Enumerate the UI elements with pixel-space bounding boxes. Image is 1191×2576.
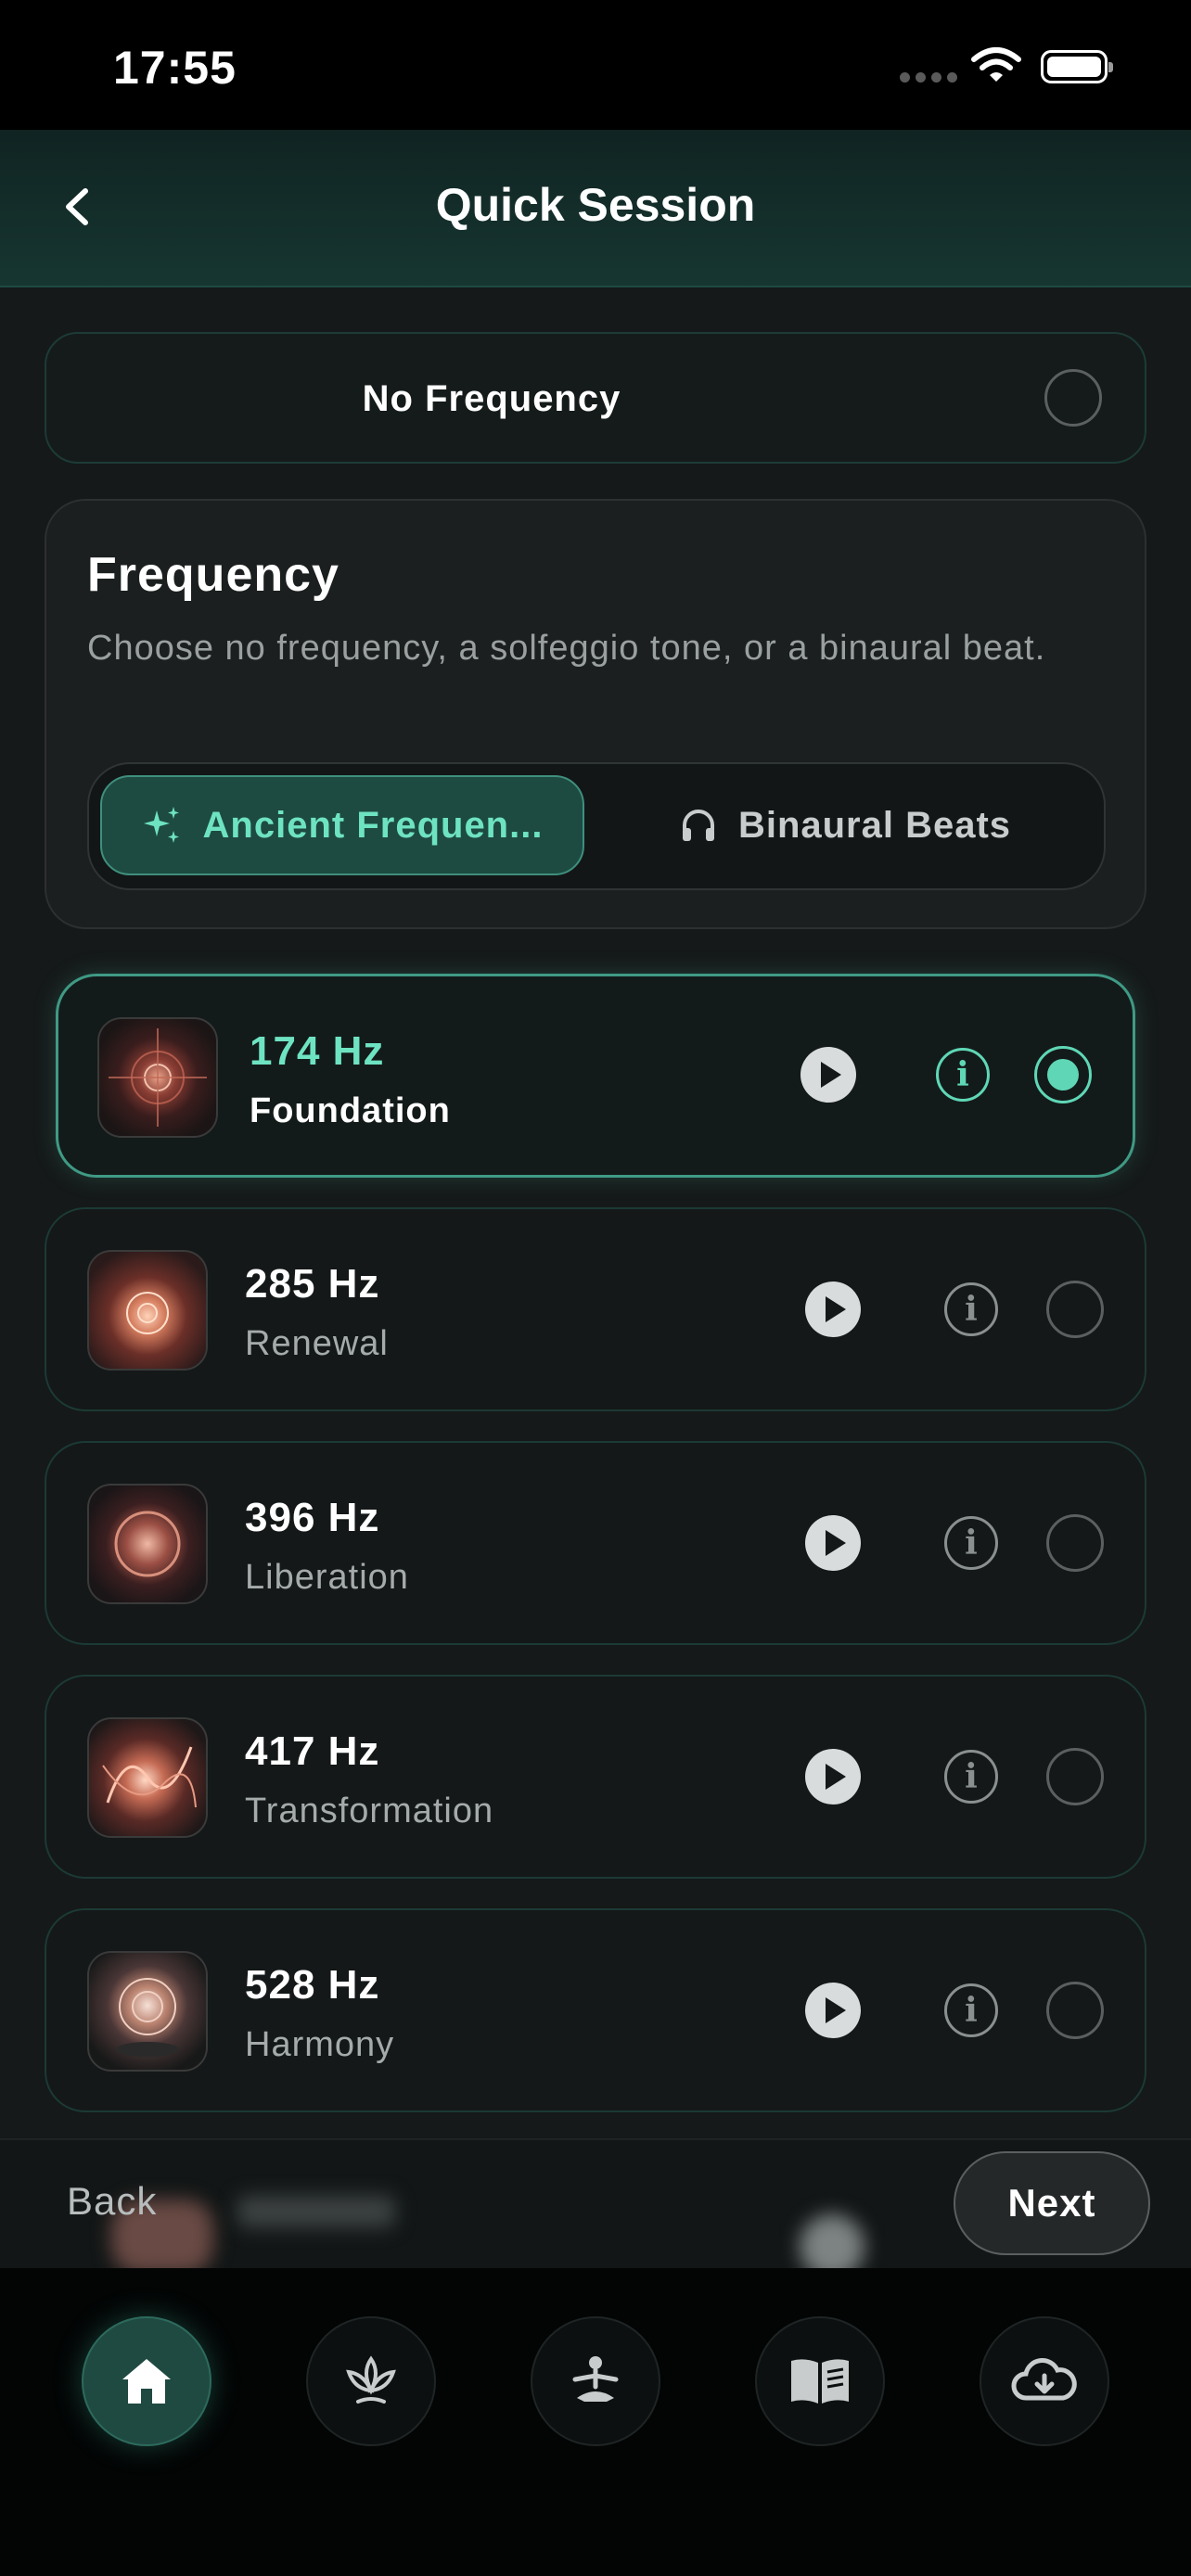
status-bar: 17:55 (0, 0, 1191, 130)
frequency-artwork (87, 1951, 208, 2072)
wifi-icon (971, 47, 1021, 82)
cloud-download-icon (1011, 2358, 1077, 2401)
tab-downloads[interactable] (980, 2316, 1109, 2446)
play-icon[interactable] (805, 1515, 861, 1571)
frequency-radio[interactable] (1046, 1281, 1104, 1338)
frequency-item[interactable]: 528 Hz Harmony i (45, 1908, 1146, 2112)
headphones-icon (682, 810, 714, 841)
tab-lotus[interactable] (306, 2316, 436, 2446)
book-icon (791, 2359, 849, 2404)
frequency-description: Choose no frequency, a solfeggio tone, o… (87, 629, 1046, 668)
header: Quick Session (0, 130, 1191, 287)
frequency-radio[interactable] (1034, 1046, 1092, 1103)
frequency-hz: 174 Hz (250, 1028, 385, 1074)
info-icon[interactable]: i (944, 1516, 998, 1570)
page-title: Quick Session (435, 179, 756, 231)
info-icon[interactable]: i (944, 1983, 998, 2037)
frequency-hz: 396 Hz (245, 1495, 380, 1540)
frequency-card: Frequency Choose no frequency, a solfegg… (45, 499, 1146, 929)
footer-bar: Back Next (0, 2138, 1191, 2270)
meditation-icon (572, 2356, 619, 2402)
main-content: No Frequency Frequency Choose no frequen… (0, 287, 1191, 2138)
frequency-artwork (87, 1484, 208, 1604)
tab-ancient-frequencies[interactable]: Ancient Frequen... (100, 775, 584, 875)
frequency-hz: 528 Hz (245, 1962, 380, 2008)
frequency-radio[interactable] (1046, 1982, 1104, 2039)
tab-bar (0, 2268, 1191, 2576)
blurred-play (800, 2214, 864, 2270)
frequency-name: Harmony (245, 2025, 395, 2064)
no-frequency-label: No Frequency (362, 378, 621, 419)
frequency-name: Transformation (245, 1792, 494, 1830)
info-icon[interactable]: i (944, 1750, 998, 1804)
status-time: 17:55 (113, 42, 237, 94)
tab-ancient-frequencies-label: Ancient Frequen... (202, 804, 544, 846)
frequency-name: Renewal (245, 1324, 389, 1363)
play-icon[interactable] (800, 1047, 856, 1103)
tab-home[interactable] (82, 2316, 211, 2446)
play-icon[interactable] (805, 1749, 861, 1804)
frequency-hz: 285 Hz (245, 1261, 380, 1307)
tab-library[interactable] (755, 2316, 885, 2446)
no-frequency-option[interactable]: No Frequency (45, 332, 1146, 464)
frequency-name: Liberation (245, 1558, 409, 1597)
home-icon (122, 2359, 171, 2404)
frequency-type-segmented-control: Ancient Frequen... Binaural Beats (87, 762, 1106, 890)
no-frequency-radio[interactable] (1044, 369, 1102, 427)
frequency-artwork (87, 1250, 208, 1371)
frequency-name: Foundation (250, 1091, 451, 1130)
play-icon[interactable] (805, 1983, 861, 2038)
info-icon[interactable]: i (936, 1048, 990, 1102)
lotus-icon (346, 2355, 396, 2404)
sparkles-icon (143, 807, 179, 843)
cellular-signal-icon (900, 72, 957, 83)
blurred-text (237, 2196, 395, 2227)
frequency-item[interactable]: 285 Hz Renewal i (45, 1207, 1146, 1411)
frequency-radio[interactable] (1046, 1514, 1104, 1572)
frequency-artwork (97, 1017, 218, 1138)
back-button[interactable]: Back (67, 2179, 157, 2224)
battery-icon (1041, 50, 1113, 83)
frequency-item[interactable]: 396 Hz Liberation i (45, 1441, 1146, 1645)
frequency-title: Frequency (87, 548, 339, 602)
next-button[interactable]: Next (954, 2151, 1150, 2255)
frequency-hz: 417 Hz (245, 1728, 380, 1774)
frequency-radio[interactable] (1046, 1748, 1104, 1805)
tab-binaural-beats-label: Binaural Beats (737, 804, 1012, 846)
frequency-item[interactable]: 417 Hz Transformation i (45, 1675, 1146, 1879)
tab-binaural-beats[interactable]: Binaural Beats (596, 775, 1095, 875)
play-icon[interactable] (805, 1282, 861, 1337)
frequency-artwork (87, 1717, 208, 1838)
tab-meditation[interactable] (531, 2316, 660, 2446)
info-icon[interactable]: i (944, 1282, 998, 1336)
frequency-item[interactable]: 174 Hz Foundation i (56, 974, 1135, 1178)
